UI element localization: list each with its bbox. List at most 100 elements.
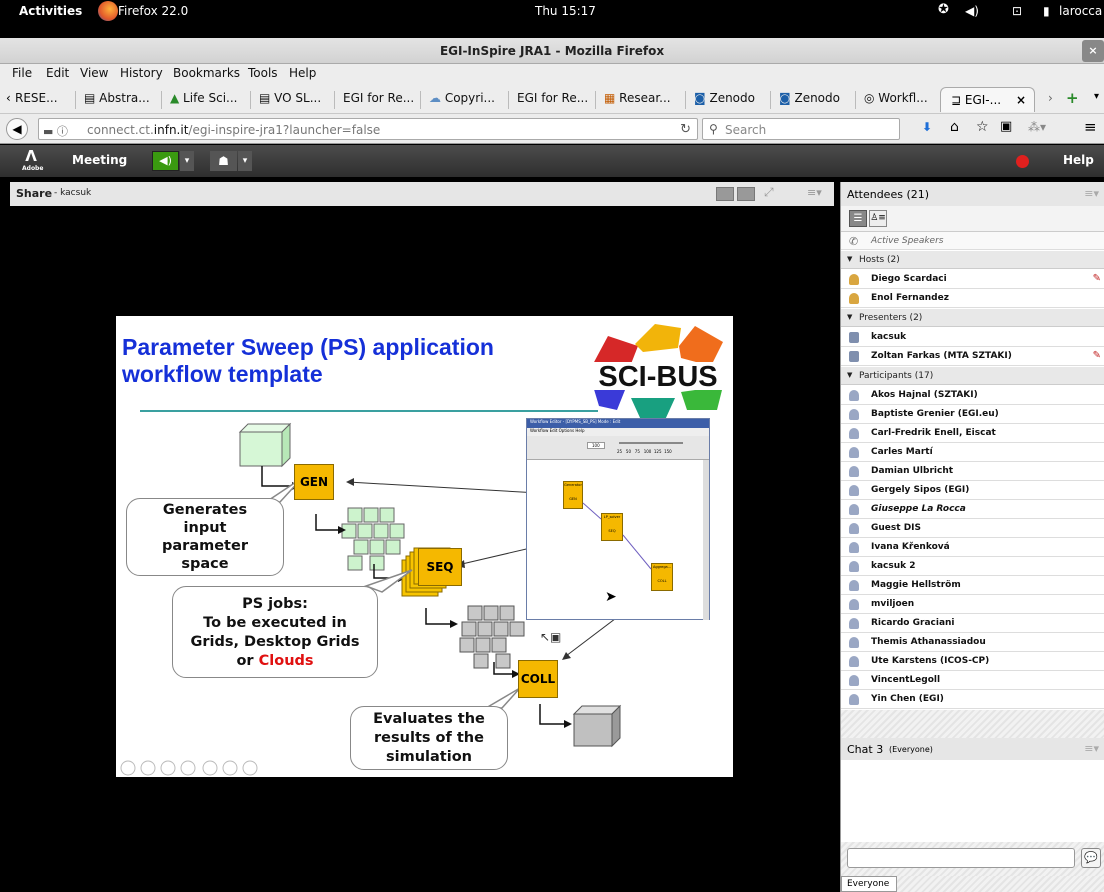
network-icon[interactable]: ⊡ (1012, 4, 1022, 18)
menu-file[interactable]: File (12, 66, 32, 80)
attendee-row[interactable]: Damian Ulbricht (841, 462, 1104, 481)
attendee-row[interactable]: Ute Karstens (ICOS-CP) (841, 652, 1104, 671)
camera-dropdown-icon[interactable]: ▾ (238, 151, 252, 171)
home-icon[interactable]: ⌂ (950, 119, 959, 135)
attendee-name: kacsuk 2 (871, 561, 916, 571)
attendee-row[interactable]: Carl-Fredrik Enell, Eiscat (841, 424, 1104, 443)
participant-icon (849, 580, 859, 591)
user-menu[interactable]: larocca (1059, 4, 1102, 18)
bookmark-item[interactable]: ☁ Copyri... (420, 91, 495, 109)
attendee-row[interactable]: mviljoen (841, 595, 1104, 614)
callout-line: or Clouds (173, 652, 377, 671)
active-speakers-label: Active Speakers (871, 236, 944, 246)
attendee-row[interactable]: Giuseppe La Rocca (841, 500, 1104, 519)
speaker-dropdown-icon[interactable]: ▾ (180, 151, 194, 171)
activities-button[interactable]: Activities (19, 4, 82, 18)
speaker-button[interactable]: ◀) (152, 151, 179, 171)
grid-view-button[interactable]: ♙≡ (869, 210, 887, 227)
bookmark-label: VO SL... (274, 91, 322, 105)
attendee-row[interactable]: Yin Chen (EGI) (841, 690, 1104, 709)
reading-list-icon[interactable]: ▣ (1000, 119, 1012, 134)
bookmark-item[interactable]: ▦ Resear... (595, 91, 671, 109)
attendee-row[interactable]: kacsuk (841, 328, 1104, 347)
menu-tools[interactable]: Tools (248, 66, 278, 80)
bookmark-label: Zenodo (709, 91, 755, 105)
menu-help[interactable]: Help (289, 66, 316, 80)
attendee-row[interactable]: Carles Martí (841, 443, 1104, 462)
back-button[interactable]: ◀ (6, 118, 28, 140)
bookmark-item[interactable]: ◙ Zenodo (770, 91, 840, 109)
bookmark-item[interactable]: RESE... (11, 91, 58, 109)
bookmark-star-icon[interactable]: ☆ (976, 119, 989, 135)
meeting-menu[interactable]: Meeting (72, 153, 127, 167)
accessibility-icon[interactable]: ✪ (938, 2, 949, 17)
clock[interactable]: Thu 15:17 (535, 4, 596, 18)
tab-list-icon[interactable]: ▾ (1094, 91, 1099, 102)
menu-edit[interactable]: Edit (46, 66, 69, 80)
new-tab-icon[interactable]: + (1066, 89, 1079, 107)
attendee-row[interactable]: Ricardo Graciani (841, 614, 1104, 633)
layout-icon[interactable] (716, 187, 734, 201)
search-placeholder: Search (725, 123, 767, 137)
bookmark-item[interactable]: ◙ Zenodo (685, 91, 755, 109)
pod-menu-icon[interactable]: ≡▾ (807, 186, 822, 199)
close-tab-icon[interactable]: × (1016, 93, 1026, 107)
attendee-row[interactable]: VincentLegoll (841, 671, 1104, 690)
chat-input[interactable] (847, 848, 1075, 868)
bookmark-item[interactable]: ▤ VO SL... (250, 91, 321, 109)
adobe-connect-toolbar: Λ Adobe Meeting ◀) ▾ ☗ ▾ Help (0, 145, 1104, 177)
list-view-button[interactable]: ☰ (849, 210, 867, 227)
participants-group-header[interactable]: ▼ Participants (17) (841, 367, 1104, 385)
expand-icon: ▼ (847, 255, 853, 263)
menu-view[interactable]: View (80, 66, 108, 80)
attendee-row[interactable]: Baptiste Grenier (EGI.eu) (841, 405, 1104, 424)
attendee-row[interactable]: kacsuk 2 (841, 557, 1104, 576)
bookmark-item[interactable]: ▤ Abstra... (75, 91, 150, 109)
callout-line: Generates (162, 502, 248, 518)
fullscreen-icon[interactable]: ⤢ (764, 185, 774, 200)
url-bar[interactable]: ▬ ⓘ connect.ct.infn.it/egi-inspire-jra1?… (38, 118, 698, 140)
phone-icon: ✆ (849, 235, 859, 248)
reload-icon[interactable]: ↻ (680, 122, 691, 137)
bookmark-item[interactable]: EGI for Re... (508, 91, 588, 109)
menu-history[interactable]: History (120, 66, 163, 80)
attendee-row[interactable]: Diego Scardaci ✎ (841, 270, 1104, 289)
help-menu[interactable]: Help (1063, 153, 1094, 167)
user-icon: ▮ (1043, 4, 1050, 18)
attendee-row[interactable]: Gergely Sipos (EGI) (841, 481, 1104, 500)
close-window-button[interactable]: × (1082, 40, 1104, 62)
attendee-row[interactable]: Themis Athanassiadou (841, 633, 1104, 652)
zenodo-icon: ◙ (694, 91, 710, 105)
attendee-row[interactable]: Guest DIS (841, 519, 1104, 538)
menu-bookmarks[interactable]: Bookmarks (173, 66, 240, 80)
attendee-row[interactable]: Maggie Hellström (841, 576, 1104, 595)
extension-icon[interactable]: ⁂▾ (1028, 120, 1046, 134)
share-presenter: - kacsuk (54, 188, 92, 198)
presenters-group-header[interactable]: ▼ Presenters (2) (841, 309, 1104, 327)
attendee-row[interactable]: Ivana Křenková (841, 538, 1104, 557)
hosts-group-header[interactable]: ▼ Hosts (2) (841, 251, 1104, 269)
attendee-row[interactable]: Enol Fernandez (841, 289, 1104, 308)
bookmark-item[interactable]: EGI for Re... (334, 91, 414, 109)
pod-menu-icon[interactable]: ≡▾ (1084, 742, 1099, 755)
attendee-row[interactable]: Zoltan Farkas (MTA SZTAKI) ✎ (841, 347, 1104, 366)
app-menu[interactable]: Firefox 22.0 (118, 4, 188, 18)
send-message-button[interactable]: 💬 (1081, 848, 1101, 868)
bookmark-item[interactable]: ◎ Workfl... (855, 91, 928, 109)
tab-active[interactable]: ⊒ EGI-... × (940, 87, 1035, 112)
bookmark-item[interactable]: ▲ Life Sci... (161, 91, 237, 109)
evaluates-callout: Evaluates the results of the simulation (350, 706, 508, 770)
volume-icon[interactable]: ◀) (965, 4, 979, 18)
hamburger-menu-icon[interactable]: ≡ (1084, 118, 1097, 136)
page-info-icon[interactable]: ▬ ⓘ (43, 123, 68, 139)
pod-menu-icon[interactable]: ≡▾ (1084, 187, 1099, 200)
attendee-row[interactable]: Akos Hajnal (SZTAKI) (841, 386, 1104, 405)
search-input[interactable]: ⚲ Search (702, 118, 900, 140)
chat-tab-everyone[interactable]: Everyone (841, 876, 897, 892)
camera-button[interactable]: ☗ (210, 151, 237, 171)
scroll-right-icon[interactable]: › (1048, 91, 1053, 105)
layout-icon[interactable] (737, 187, 755, 201)
download-icon[interactable]: ⬇ (922, 120, 932, 134)
chat-scope: (Everyone) (889, 745, 933, 754)
record-indicator-icon[interactable] (1016, 155, 1029, 168)
